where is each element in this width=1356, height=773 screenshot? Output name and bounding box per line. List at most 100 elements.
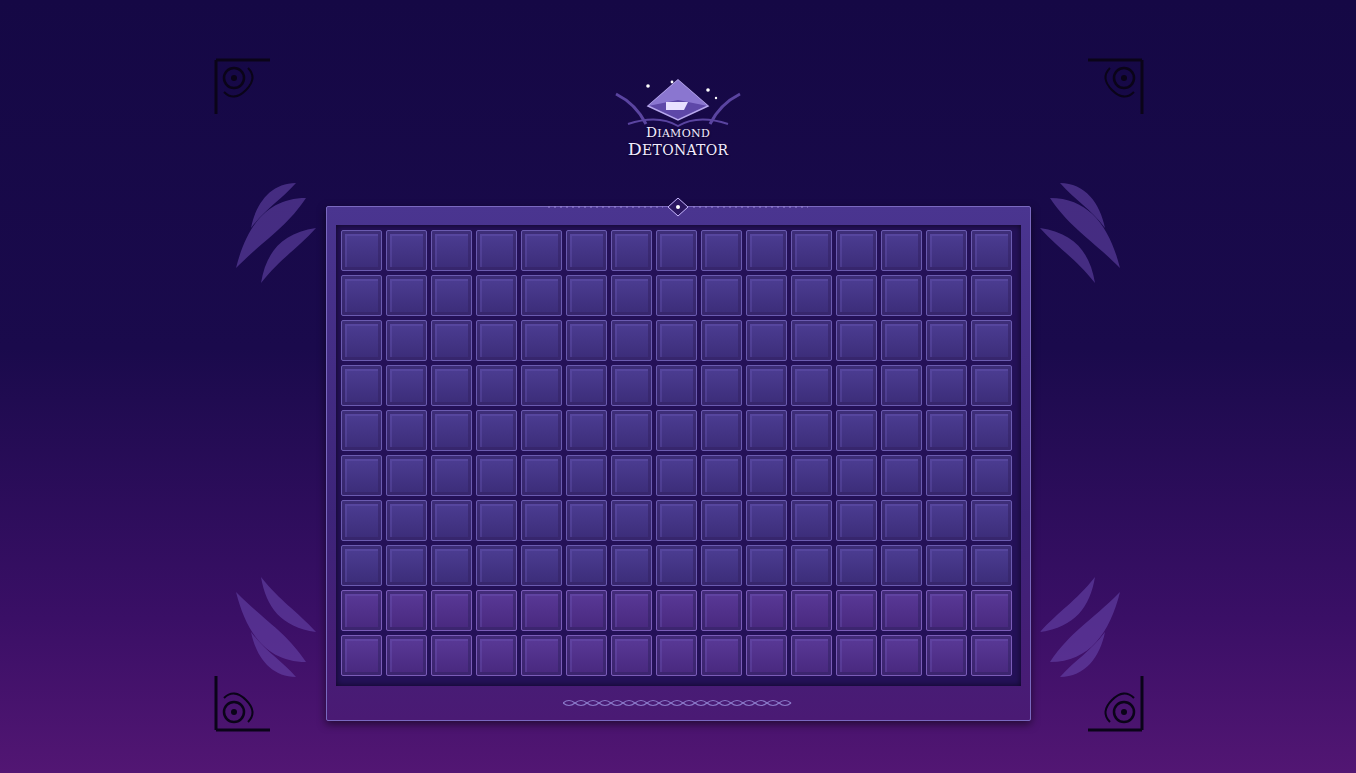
minefield-cell[interactable] — [566, 500, 607, 541]
minefield-cell[interactable] — [431, 410, 472, 451]
minefield-cell[interactable] — [836, 275, 877, 316]
minefield-cell[interactable] — [476, 635, 517, 676]
minefield-cell[interactable] — [611, 455, 652, 496]
minefield-cell[interactable] — [431, 455, 472, 496]
minefield-cell[interactable] — [656, 500, 697, 541]
minefield-cell[interactable] — [971, 635, 1012, 676]
minefield-cell[interactable] — [341, 590, 382, 631]
minefield-cell[interactable] — [521, 230, 562, 271]
minefield-cell[interactable] — [746, 500, 787, 541]
minefield-cell[interactable] — [386, 365, 427, 406]
minefield-cell[interactable] — [341, 410, 382, 451]
minefield-cell[interactable] — [566, 410, 607, 451]
minefield-cell[interactable] — [386, 545, 427, 586]
minefield-cell[interactable] — [476, 500, 517, 541]
minefield-cell[interactable] — [971, 365, 1012, 406]
minefield-cell[interactable] — [611, 230, 652, 271]
minefield-cell[interactable] — [926, 635, 967, 676]
minefield-cell[interactable] — [881, 635, 922, 676]
minefield-cell[interactable] — [791, 455, 832, 496]
minefield-cell[interactable] — [566, 455, 607, 496]
minefield-cell[interactable] — [341, 275, 382, 316]
minefield-cell[interactable] — [476, 275, 517, 316]
minefield-cell[interactable] — [476, 545, 517, 586]
minefield-cell[interactable] — [791, 320, 832, 361]
minefield-cell[interactable] — [656, 320, 697, 361]
minefield-cell[interactable] — [566, 365, 607, 406]
minefield-cell[interactable] — [746, 590, 787, 631]
minefield-cell[interactable] — [476, 410, 517, 451]
minefield-cell[interactable] — [341, 230, 382, 271]
minefield-cell[interactable] — [701, 230, 742, 271]
minefield-cell[interactable] — [476, 230, 517, 271]
minefield-cell[interactable] — [791, 500, 832, 541]
minefield-cell[interactable] — [791, 545, 832, 586]
minefield-cell[interactable] — [881, 455, 922, 496]
minefield-cell[interactable] — [656, 410, 697, 451]
minefield-cell[interactable] — [386, 410, 427, 451]
minefield-cell[interactable] — [656, 635, 697, 676]
minefield-cell[interactable] — [746, 635, 787, 676]
minefield-cell[interactable] — [386, 320, 427, 361]
minefield-cell[interactable] — [971, 320, 1012, 361]
minefield-cell[interactable] — [881, 230, 922, 271]
minefield-cell[interactable] — [386, 275, 427, 316]
minefield-cell[interactable] — [881, 590, 922, 631]
minefield-cell[interactable] — [746, 410, 787, 451]
minefield-cell[interactable] — [431, 320, 472, 361]
minefield-cell[interactable] — [386, 590, 427, 631]
minefield-cell[interactable] — [881, 545, 922, 586]
minefield-cell[interactable] — [926, 365, 967, 406]
minefield-cell[interactable] — [971, 230, 1012, 271]
minefield-cell[interactable] — [656, 230, 697, 271]
minefield-cell[interactable] — [521, 590, 562, 631]
minefield-cell[interactable] — [386, 635, 427, 676]
minefield-cell[interactable] — [341, 500, 382, 541]
minefield-cell[interactable] — [656, 545, 697, 586]
minefield-cell[interactable] — [881, 275, 922, 316]
minefield-cell[interactable] — [881, 500, 922, 541]
minefield-cell[interactable] — [971, 410, 1012, 451]
minefield-cell[interactable] — [701, 410, 742, 451]
minefield-cell[interactable] — [746, 230, 787, 271]
minefield-cell[interactable] — [656, 365, 697, 406]
minefield-cell[interactable] — [701, 590, 742, 631]
minefield-cell[interactable] — [431, 230, 472, 271]
minefield-cell[interactable] — [746, 320, 787, 361]
minefield-cell[interactable] — [746, 545, 787, 586]
minefield-cell[interactable] — [791, 365, 832, 406]
minefield-cell[interactable] — [521, 500, 562, 541]
minefield-cell[interactable] — [926, 500, 967, 541]
minefield-cell[interactable] — [611, 500, 652, 541]
minefield-cell[interactable] — [836, 365, 877, 406]
minefield-cell[interactable] — [926, 545, 967, 586]
minefield-cell[interactable] — [791, 230, 832, 271]
minefield-cell[interactable] — [746, 275, 787, 316]
minefield-cell[interactable] — [341, 320, 382, 361]
minefield-cell[interactable] — [611, 545, 652, 586]
minefield-cell[interactable] — [431, 365, 472, 406]
minefield-cell[interactable] — [881, 365, 922, 406]
minefield-cell[interactable] — [566, 635, 607, 676]
minefield-cell[interactable] — [701, 455, 742, 496]
minefield-cell[interactable] — [476, 455, 517, 496]
minefield-cell[interactable] — [746, 365, 787, 406]
minefield-cell[interactable] — [836, 410, 877, 451]
minefield-cell[interactable] — [971, 455, 1012, 496]
minefield-cell[interactable] — [386, 500, 427, 541]
minefield-cell[interactable] — [521, 635, 562, 676]
minefield-cell[interactable] — [656, 275, 697, 316]
minefield-cell[interactable] — [701, 545, 742, 586]
minefield-cell[interactable] — [791, 590, 832, 631]
minefield-cell[interactable] — [926, 320, 967, 361]
minefield-cell[interactable] — [836, 635, 877, 676]
minefield-cell[interactable] — [431, 545, 472, 586]
minefield-cell[interactable] — [521, 410, 562, 451]
minefield-cell[interactable] — [341, 545, 382, 586]
minefield-cell[interactable] — [476, 320, 517, 361]
minefield-cell[interactable] — [431, 590, 472, 631]
minefield-cell[interactable] — [701, 365, 742, 406]
minefield-cell[interactable] — [971, 275, 1012, 316]
minefield-cell[interactable] — [746, 455, 787, 496]
minefield-cell[interactable] — [341, 365, 382, 406]
